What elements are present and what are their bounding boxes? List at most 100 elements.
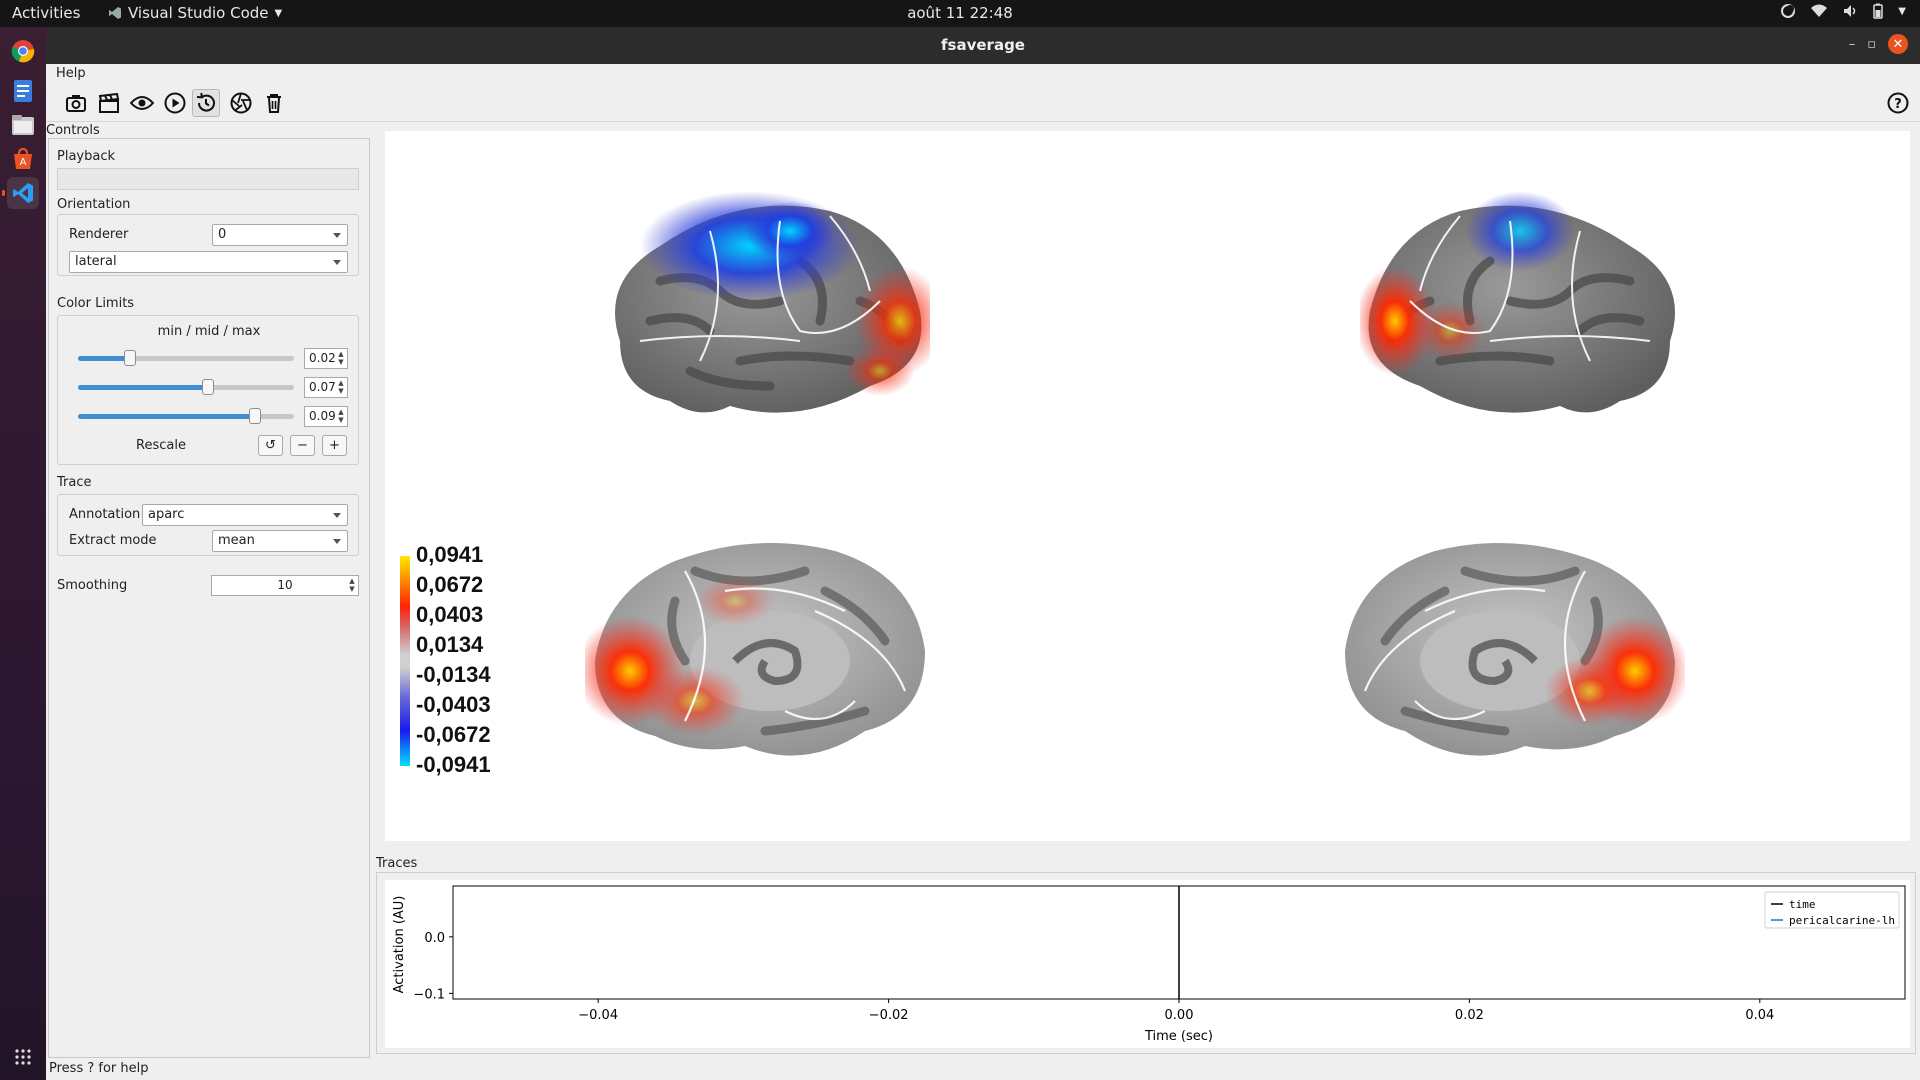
mid-slider-handle[interactable] [201,379,214,395]
y-tick-label: −0.1 [413,987,445,1002]
reset-limits-button[interactable]: ↺ [258,435,283,456]
traces-title: Traces [376,856,418,871]
spin-arrows-icon[interactable]: ▲ ▼ [336,350,346,367]
status-text: Press ? for help [49,1061,149,1076]
smoothing-spinbox[interactable]: 10 ▲ ▼ [211,575,359,596]
mid-value: 0.07 [309,380,336,394]
spin-arrows-icon[interactable]: ▲ ▼ [336,379,346,396]
camera-icon [66,95,86,112]
smoothing-value: 10 [277,578,293,592]
history-icon [196,92,215,112]
vscode-icon[interactable] [7,177,39,209]
traces-plot[interactable]: −0.04 −0.02 0.00 0.02 0.04 0.0 −0.1 Time (sec) A… [385,880,1910,1048]
files-icon[interactable] [7,109,39,141]
dropdown-arrow-icon [333,233,341,238]
extract-mode-select[interactable]: mean [212,530,348,552]
min-spinbox[interactable]: 0.02 ▲ ▼ [304,348,348,369]
movie-button[interactable] [95,89,123,117]
visibility-button[interactable] [128,89,156,117]
screenshot-button[interactable] [62,89,90,117]
brain-viewport[interactable]: 0,0941 0,0672 0,0403 0,0134 -0,0134 -0,0403 -0… [385,131,1910,841]
x-tick-label: 0.00 [1165,1008,1194,1023]
y-tick-label: 0.0 [424,931,445,946]
clock[interactable]: août 11 22:48 [907,4,1013,22]
show-apps-icon[interactable] [7,1041,39,1073]
chrome-icon[interactable] [7,35,39,67]
controls-title: Controls [46,123,100,138]
min-slider-handle[interactable] [123,350,136,366]
maximize-button[interactable]: ▫ [1867,37,1876,52]
max-value: 0.09 [309,409,336,423]
max-slider[interactable] [78,408,294,424]
mid-spinbox[interactable]: 0.07 ▲ ▼ [304,377,348,398]
min-value: 0.02 [309,351,336,365]
y-axis-label: Activation (AU) [392,896,407,994]
brain-medial-right [1345,543,1685,756]
dropdown-arrow-icon [333,539,341,544]
close-button[interactable]: ✕ [1888,34,1908,54]
x-tick-label: 0.04 [1745,1008,1774,1023]
legend-label: time [1789,898,1816,911]
clock-container: août 11 22:48 [0,4,1920,22]
colorbar-tick-label: 0,0672 [416,572,484,597]
renderer-label: Renderer [69,227,129,242]
volume-icon [1844,5,1856,17]
smoothing-label: Smoothing [57,578,128,593]
toolbar: ? [46,84,1920,122]
x-tick-label: 0.02 [1455,1008,1484,1023]
extract-mode-value: mean [218,533,255,548]
minimize-button[interactable]: – [1849,37,1856,52]
annotation-label: Annotation [69,507,141,522]
spin-arrows-icon[interactable]: ▲ ▼ [347,577,357,594]
chevron-down-icon: ▼ [1898,5,1906,17]
increase-limits-button[interactable]: + [322,435,347,456]
colorbar-tick-label: -0,0403 [416,692,491,717]
brain-lateral-right [1360,191,1675,413]
app-menu[interactable]: Visual Studio Code ▼ [108,4,282,22]
spin-arrows-icon[interactable]: ▲ ▼ [336,408,346,425]
splitter-handle[interactable] [370,850,1920,854]
colorbar-gradient [400,556,410,766]
chevron-down-icon: ▼ [274,7,283,19]
system-top-bar: Activities Visual Studio Code ▼ août 11 … [0,0,1920,27]
min-slider[interactable] [78,350,294,366]
max-slider-fill [78,414,256,419]
camera-reset-button[interactable] [227,89,255,117]
play-button[interactable] [161,89,189,117]
view-select[interactable]: lateral [69,251,348,273]
colorbar-tick-label: -0,0672 [416,722,491,747]
window-title: fsaverage [941,36,1025,54]
svg-text:A: A [20,157,27,168]
decrease-limits-button[interactable]: − [290,435,315,456]
renderer-value: 0 [218,227,227,242]
colorbar-tick-label: 0,0403 [416,602,484,627]
annotation-value: aparc [148,507,185,522]
help-glyph: ? [1894,97,1902,112]
menu-help[interactable]: Help [56,66,86,81]
vscode-small-icon [109,7,121,19]
color-limits-group: min / mid / max 0.02 ▲ ▼ 0.07 ▲ ▼ 0.09 ▲ ▼ Res… [57,315,359,465]
dropdown-arrow-icon [333,513,341,518]
activities-button[interactable]: Activities [12,4,80,22]
eye-icon [130,96,154,110]
trace-title: Trace [57,475,92,490]
reset-button[interactable] [192,89,220,117]
playback-slider[interactable] [57,168,359,190]
x-tick-label: −0.02 [869,1008,909,1023]
max-slider-handle[interactable] [249,408,262,424]
help-button[interactable]: ? [1884,89,1912,117]
software-center-icon[interactable]: A [7,143,39,175]
clapperboard-icon [98,93,120,113]
max-spinbox[interactable]: 0.09 ▲ ▼ [304,406,348,427]
window-titlebar[interactable]: fsaverage – ▫ ✕ [46,27,1920,64]
battery-icon [1873,3,1884,19]
annotation-select[interactable]: aparc [142,504,348,526]
rescale-label: Rescale [136,438,186,453]
x-axis-label: Time (sec) [1144,1029,1213,1044]
text-editor-icon[interactable] [7,75,39,107]
system-tray[interactable]: ▼ [1780,3,1906,19]
clear-button[interactable] [260,89,288,117]
app-name: Visual Studio Code [128,4,269,22]
mid-slider[interactable] [78,379,294,395]
renderer-select[interactable]: 0 [212,224,348,246]
